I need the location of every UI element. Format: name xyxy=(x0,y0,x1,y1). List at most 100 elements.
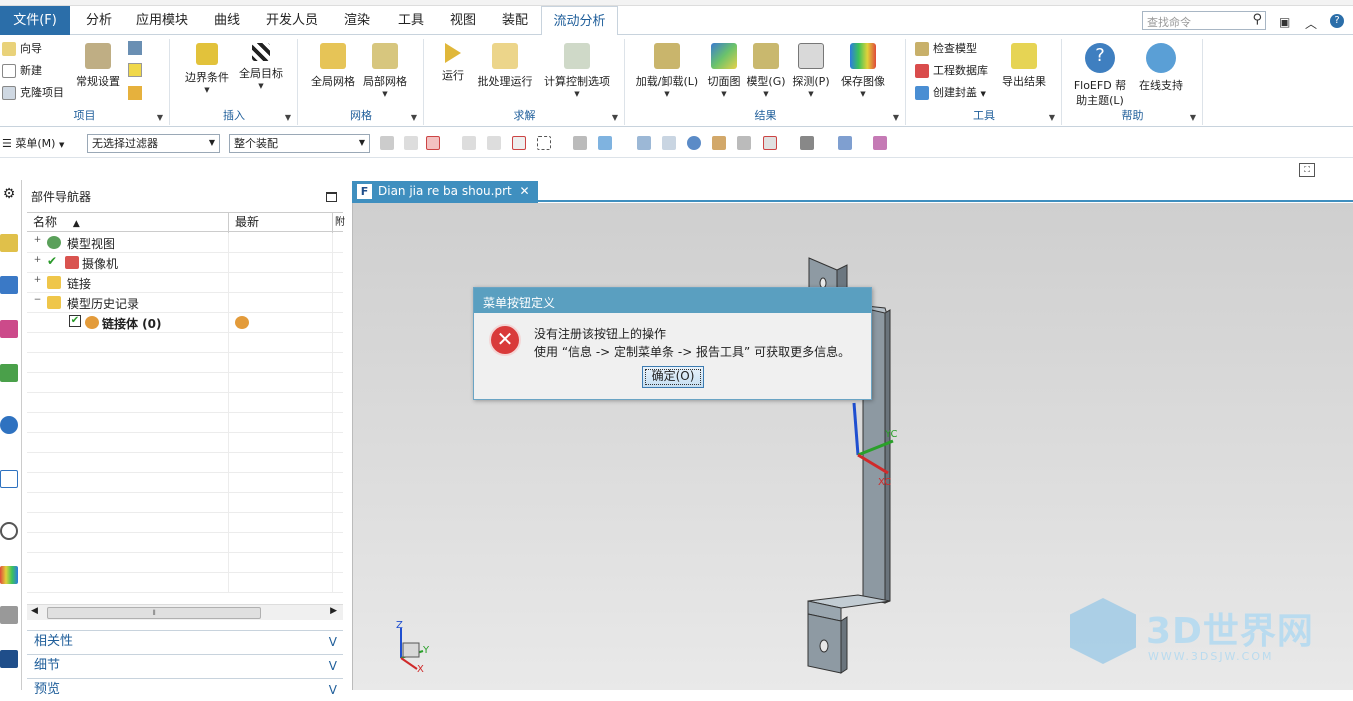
new-button[interactable]: 新建 xyxy=(2,61,42,81)
probe-button[interactable]: 探测(P) ▼ xyxy=(791,43,831,99)
tab-flow-analysis[interactable]: 流动分析 xyxy=(541,6,618,36)
online-support-button[interactable]: 在线支持 xyxy=(1135,43,1187,93)
chart-icon[interactable] xyxy=(128,86,142,100)
horizontal-scrollbar[interactable]: ◀ ⦀ ▶ xyxy=(27,604,343,620)
accordion-dependencies[interactable]: 相关性 V xyxy=(27,630,343,652)
group-expand-arrow[interactable]: ▼ xyxy=(1049,113,1055,122)
orient-icon[interactable] xyxy=(737,136,751,150)
history-icon[interactable] xyxy=(0,470,18,488)
run-button[interactable]: 运行 xyxy=(435,43,471,83)
section-icon[interactable] xyxy=(838,136,852,150)
component-icon[interactable] xyxy=(128,41,142,55)
global-mesh-button[interactable]: 全局网格 xyxy=(309,43,357,89)
tab-render[interactable]: 渲染 xyxy=(334,6,380,35)
command-search[interactable]: 查找命令 ⚲ xyxy=(1142,11,1266,30)
global-goal-button[interactable]: 全局目标 ▼ xyxy=(235,43,287,91)
target-icon[interactable] xyxy=(512,136,526,150)
expand-icon[interactable]: + xyxy=(33,236,42,245)
assembly-scope-select[interactable]: 整个装配 ▼ xyxy=(229,134,370,153)
column-attached[interactable]: 附 xyxy=(333,213,345,233)
roles-icon[interactable] xyxy=(0,606,18,624)
library-icon[interactable] xyxy=(0,364,18,382)
local-mesh-button[interactable]: 局部网格 ▼ xyxy=(361,43,409,99)
selection-filter-select[interactable]: 无选择过滤器 ▼ xyxy=(87,134,220,153)
group-expand-arrow[interactable]: ▼ xyxy=(1190,113,1196,122)
group-expand-arrow[interactable]: ▼ xyxy=(285,113,291,122)
document-tab[interactable]: F Dian jia re ba shou.prt ✕ xyxy=(352,181,538,203)
cube-gray-icon[interactable] xyxy=(573,136,587,150)
collapse-ribbon-icon[interactable]: ︿ xyxy=(1305,15,1317,32)
snap-icon[interactable] xyxy=(380,136,394,150)
tree-row-links[interactable]: + 链接 xyxy=(27,273,343,293)
scroll-right-icon[interactable]: ▶ xyxy=(330,606,337,616)
group-expand-arrow[interactable]: ▼ xyxy=(612,113,618,122)
search-input[interactable]: 查找命令 xyxy=(1147,16,1191,29)
general-settings-button[interactable]: 常规设置 xyxy=(74,43,122,89)
floefd-help-button[interactable]: ? FloEFD 帮助主题(L) xyxy=(1071,43,1129,108)
tree-row-model-views[interactable]: + 模型视图 xyxy=(27,233,343,253)
palette-icon[interactable] xyxy=(0,566,18,584)
select-box-icon[interactable] xyxy=(426,136,440,150)
expand-icon[interactable]: + xyxy=(33,256,42,265)
part-nav-icon[interactable] xyxy=(0,320,18,338)
tree-row-linked-body[interactable]: ✔ 链接体 (0) xyxy=(27,313,343,333)
floefd-icon[interactable] xyxy=(0,650,18,668)
tab-file[interactable]: 文件(F) xyxy=(0,6,70,35)
fit-view-icon[interactable] xyxy=(637,136,651,150)
tab-analysis[interactable]: 分析 xyxy=(78,6,120,35)
column-name[interactable]: 名称 ▲ xyxy=(27,213,229,233)
calc-control-button[interactable]: 计算控制选项 ▼ xyxy=(537,43,617,99)
model-button[interactable]: 模型(G) ▼ xyxy=(746,43,786,99)
shade-icon[interactable] xyxy=(800,136,814,150)
clone-project-button[interactable]: 克隆项目 xyxy=(2,83,64,103)
constraint-nav-icon[interactable] xyxy=(0,276,18,294)
cube-blue-icon[interactable] xyxy=(598,136,612,150)
tab-curve[interactable]: 曲线 xyxy=(206,6,248,35)
snap2-icon[interactable] xyxy=(404,136,418,150)
scroll-left-icon[interactable]: ◀ xyxy=(31,606,38,616)
rotate-icon[interactable] xyxy=(687,136,701,150)
create-lid-button[interactable]: 创建封盖 ▼ xyxy=(915,83,986,103)
zoom-icon[interactable] xyxy=(662,136,676,150)
scroll-thumb[interactable]: ⦀ xyxy=(47,607,261,619)
checkbox-checked[interactable]: ✔ xyxy=(69,315,81,327)
load-unload-button[interactable]: 加载/卸载(L) ▼ xyxy=(634,43,700,99)
curve-icon[interactable] xyxy=(487,136,501,150)
tree-row-model-history[interactable]: − 模型历史记录 xyxy=(27,293,343,313)
search-icon[interactable]: ⚲ xyxy=(1252,12,1262,27)
column-latest[interactable]: 最新 xyxy=(229,213,333,233)
export-results-button[interactable]: 导出结果 xyxy=(999,43,1049,89)
help-icon[interactable]: ? xyxy=(1330,14,1344,28)
engineering-db-button[interactable]: 工程数据库 xyxy=(915,61,988,81)
ok-button[interactable]: 确定(O) xyxy=(642,366,704,388)
boundary-condition-button[interactable]: 边界条件 ▼ xyxy=(181,43,233,95)
tree-row-camera[interactable]: + ✔ 摄像机 xyxy=(27,253,343,273)
menu-dropdown[interactable]: ☰ 菜单(M) ▼ xyxy=(2,135,64,151)
gear-icon[interactable]: ⚙ xyxy=(0,186,18,204)
cut-plot-button[interactable]: 切面图 ▼ xyxy=(704,43,744,99)
tab-applications[interactable]: 应用模块 xyxy=(128,6,196,35)
tab-developer[interactable]: 开发人员 xyxy=(258,6,326,35)
check-model-button[interactable]: 检查模型 xyxy=(915,39,977,59)
maximize-icon[interactable] xyxy=(326,192,337,202)
close-tab-icon[interactable]: ✕ xyxy=(520,184,530,198)
group-expand-arrow[interactable]: ▼ xyxy=(411,113,417,122)
fullscreen-icon[interactable]: ⛶ xyxy=(1299,163,1315,177)
rect-select-icon[interactable] xyxy=(537,136,551,150)
save-image-button[interactable]: 保存图像 ▼ xyxy=(838,43,888,99)
tab-view[interactable]: 视图 xyxy=(440,6,486,35)
tab-tools[interactable]: 工具 xyxy=(388,6,434,35)
wizard-button[interactable]: 向导 xyxy=(2,39,42,59)
render-style-icon[interactable] xyxy=(763,136,777,150)
collapse-icon[interactable]: − xyxy=(33,296,42,305)
box-icon[interactable] xyxy=(128,63,142,77)
expand-icon[interactable]: + xyxy=(33,276,42,285)
color-icon[interactable] xyxy=(873,136,887,150)
batch-run-button[interactable]: 批处理运行 xyxy=(475,43,535,89)
pan-icon[interactable] xyxy=(712,136,726,150)
group-expand-arrow[interactable]: ▼ xyxy=(157,113,163,122)
web-browser-icon[interactable] xyxy=(0,416,18,434)
restore-window-icon[interactable]: ▣ xyxy=(1279,15,1290,29)
tab-assembly[interactable]: 装配 xyxy=(492,6,538,35)
point-icon[interactable] xyxy=(462,136,476,150)
